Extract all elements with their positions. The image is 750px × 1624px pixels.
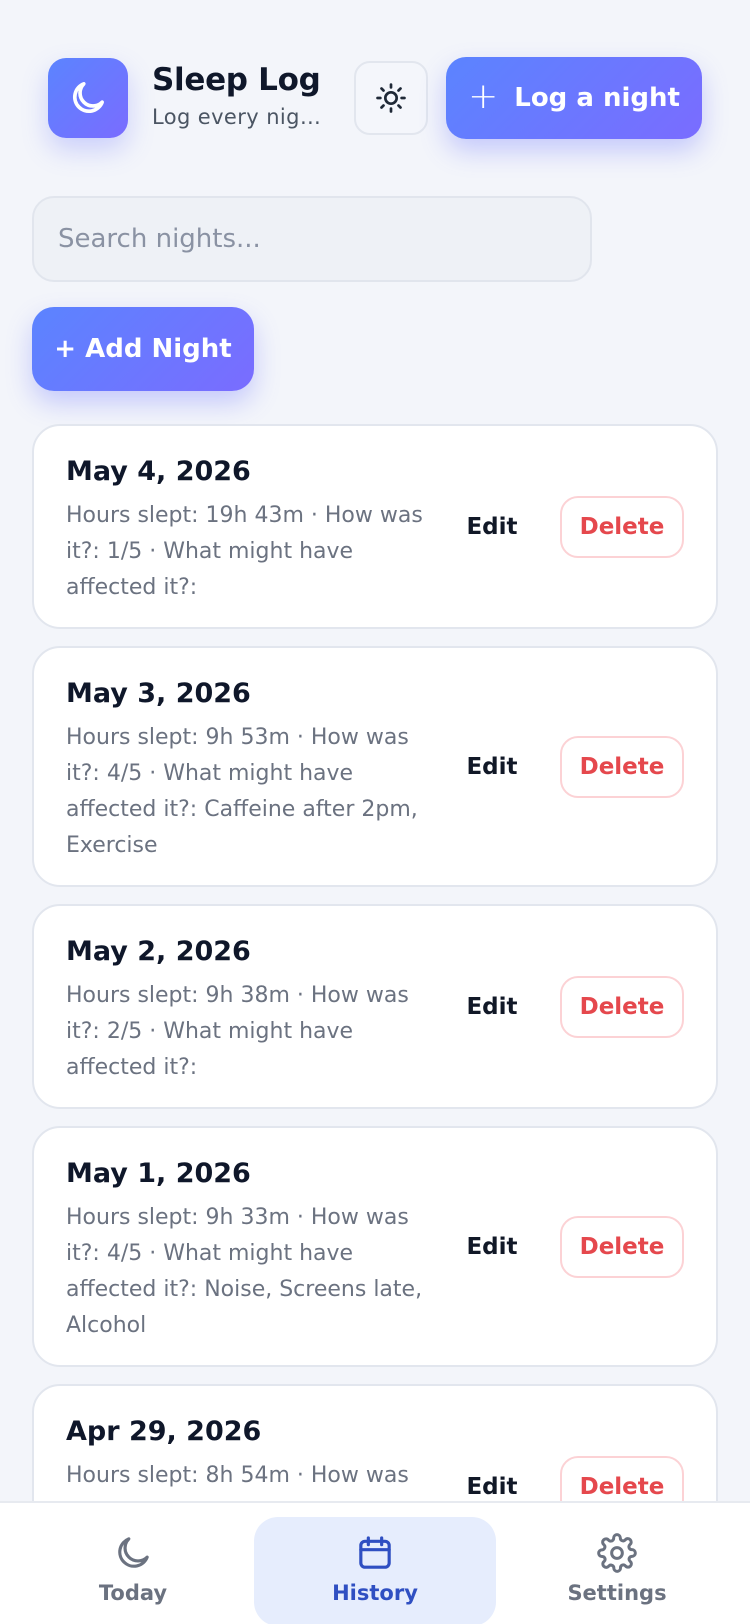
night-date: May 2, 2026 [66, 936, 251, 967]
gear-icon [597, 1533, 637, 1573]
night-details: Hours slept: 9h 53m · How was it?: 4/5 ·… [66, 725, 418, 858]
night-card: May 2, 2026 Hours slept: 9h 38m · How wa… [32, 904, 718, 1109]
theme-toggle-button[interactable] [354, 61, 428, 135]
sun-icon [376, 83, 406, 113]
night-details: Hours slept: 8h 54m · How was [66, 1463, 409, 1488]
app-title: Sleep Log [152, 62, 321, 98]
add-night-button[interactable]: + Add Night [32, 307, 254, 391]
nav-label-settings: Settings [567, 1581, 667, 1605]
night-date: May 4, 2026 [66, 456, 251, 487]
night-date: May 1, 2026 [66, 1158, 251, 1189]
delete-button[interactable]: Delete [560, 736, 684, 798]
app-page: Sleep Log Log every night and see what h… [0, 0, 750, 1624]
log-night-button[interactable]: + Log a night [446, 57, 702, 139]
moon-icon [73, 82, 104, 113]
night-date: May 3, 2026 [66, 678, 251, 709]
plus-icon: + [468, 75, 499, 117]
nav-item-today[interactable]: Today [12, 1517, 254, 1624]
search-input[interactable] [32, 196, 592, 282]
edit-button[interactable]: Edit [456, 1216, 528, 1278]
night-date: Apr 29, 2026 [66, 1416, 262, 1447]
edit-button[interactable]: Edit [456, 976, 528, 1038]
nav-label-history: History [332, 1581, 418, 1605]
night-card: May 4, 2026 Hours slept: 19h 43m · How w… [32, 424, 718, 629]
night-card: May 3, 2026 Hours slept: 9h 53m · How wa… [32, 646, 718, 887]
app-logo [48, 58, 128, 138]
delete-button[interactable]: Delete [560, 496, 684, 558]
night-list: May 4, 2026 Hours slept: 19h 43m · How w… [32, 424, 718, 1606]
log-night-label: Log a night [514, 83, 680, 113]
moon-icon [118, 1537, 149, 1568]
app-subtitle: Log every night and see what helps. [152, 105, 334, 129]
night-details: Hours slept: 19h 43m · How was it?: 1/5 … [66, 503, 423, 600]
edit-button[interactable]: Edit [456, 496, 528, 558]
bottom-nav: Today History Settings [0, 1501, 750, 1624]
night-card: May 1, 2026 Hours slept: 9h 33m · How wa… [32, 1126, 718, 1367]
night-details: Hours slept: 9h 38m · How was it?: 2/5 ·… [66, 983, 409, 1080]
edit-button[interactable]: Edit [456, 736, 528, 798]
calendar-icon [359, 1536, 391, 1569]
night-details: Hours slept: 9h 33m · How was it?: 4/5 ·… [66, 1205, 423, 1338]
app-header: Sleep Log Log every night and see what h… [48, 57, 722, 139]
delete-button[interactable]: Delete [560, 1216, 684, 1278]
nav-item-history[interactable]: History [254, 1517, 496, 1624]
nav-label-today: Today [98, 1581, 168, 1605]
delete-button[interactable]: Delete [560, 976, 684, 1038]
nav-item-settings[interactable]: Settings [496, 1517, 738, 1624]
